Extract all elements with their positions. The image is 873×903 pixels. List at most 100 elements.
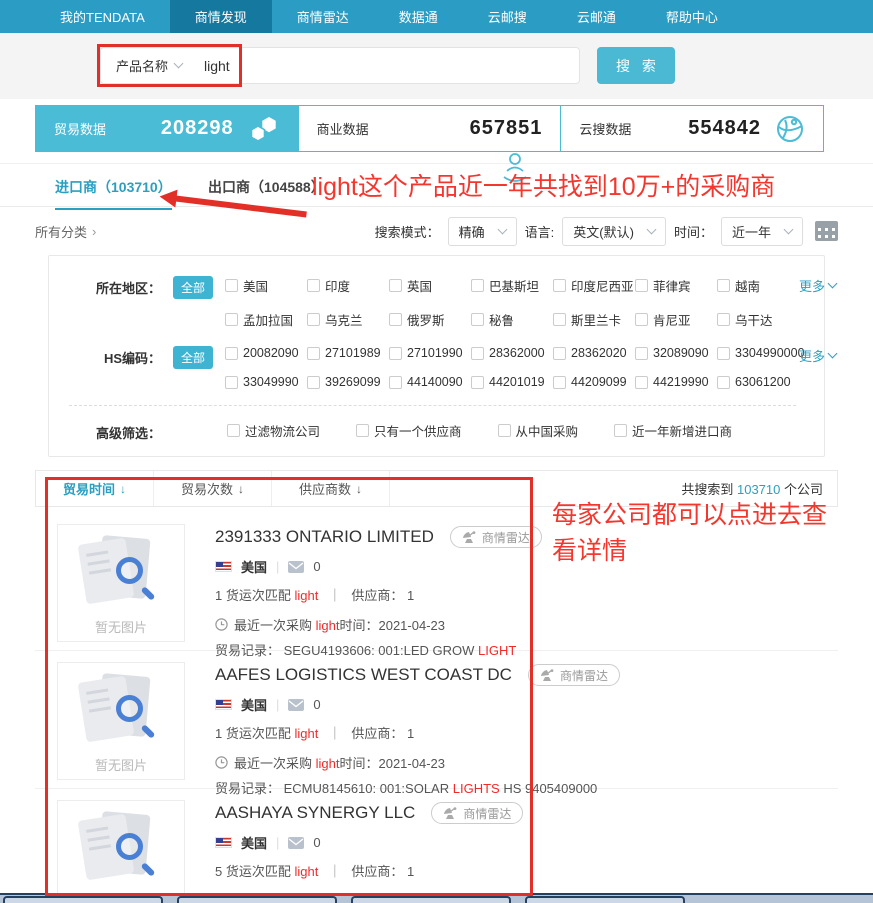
advanced-checkbox[interactable]: 近一年新增进口商: [614, 421, 732, 440]
region-more-link[interactable]: 更多: [799, 276, 836, 295]
checkbox-icon[interactable]: [389, 313, 402, 326]
checkbox-icon[interactable]: [635, 376, 648, 389]
region-checkbox[interactable]: 菲律宾: [635, 276, 717, 295]
time-select[interactable]: 近一年: [721, 217, 803, 246]
checkbox-icon[interactable]: [553, 376, 566, 389]
checkbox-icon[interactable]: [225, 279, 238, 292]
checkbox-icon[interactable]: [471, 279, 484, 292]
company-name[interactable]: 2391333 ONTARIO LIMITED: [215, 527, 434, 547]
sort-trade-time[interactable]: 贸易时间 ↓: [36, 471, 154, 506]
company-card[interactable]: 暂无图片 2391333 ONTARIO LIMITED 商情雷达 美国 | 0: [35, 513, 838, 651]
hs-checkbox[interactable]: 44140090: [389, 375, 471, 389]
checkbox-icon[interactable]: [307, 376, 320, 389]
region-checkbox[interactable]: 越南: [717, 276, 799, 295]
nav-item-help-center[interactable]: 帮助中心: [641, 0, 743, 33]
search-mode-select[interactable]: 精确: [448, 217, 517, 246]
hs-checkbox[interactable]: 44209099: [553, 375, 635, 389]
hs-checkbox[interactable]: 27101989: [307, 346, 389, 360]
checkbox-icon[interactable]: [717, 347, 730, 360]
checkbox-icon[interactable]: [471, 347, 484, 360]
stat-trade-data[interactable]: 贸易数据 208298: [36, 106, 298, 151]
checkbox-icon[interactable]: [356, 424, 369, 437]
hs-checkbox[interactable]: 3304990000: [717, 346, 799, 360]
sort-trade-count[interactable]: 贸易次数 ↓: [154, 471, 272, 506]
search-button[interactable]: 搜 索: [597, 47, 675, 84]
checkbox-icon[interactable]: [471, 313, 484, 326]
checkbox-icon[interactable]: [227, 424, 240, 437]
hs-checkbox[interactable]: 39269099: [307, 375, 389, 389]
checkbox-icon[interactable]: [614, 424, 627, 437]
region-checkbox[interactable]: 英国: [389, 276, 471, 295]
checkbox-icon[interactable]: [307, 279, 320, 292]
checkbox-icon[interactable]: [717, 376, 730, 389]
region-checkbox[interactable]: 印度: [307, 276, 389, 295]
nav-item-business-radar[interactable]: 商情雷达: [272, 0, 374, 33]
region-checkbox[interactable]: 乌干达: [717, 310, 799, 329]
company-name[interactable]: AASHAYA SYNERGY LLC: [215, 803, 415, 823]
hs-checkbox[interactable]: 33049990: [225, 375, 307, 389]
region-checkbox[interactable]: 乌克兰: [307, 310, 389, 329]
sheet-tab[interactable]: [3, 896, 163, 903]
checkbox-icon[interactable]: [307, 347, 320, 360]
region-checkbox[interactable]: 秘鲁: [471, 310, 553, 329]
hs-checkbox[interactable]: 63061200: [717, 375, 799, 389]
region-checkbox[interactable]: 美国: [225, 276, 307, 295]
advanced-checkbox[interactable]: 从中国采购: [498, 421, 579, 440]
hs-checkbox[interactable]: 28362020: [553, 346, 635, 360]
radar-badge-button[interactable]: 商情雷达: [431, 802, 523, 824]
hs-all-chip[interactable]: 全部: [173, 346, 213, 369]
nav-item-cloud-mail[interactable]: 云邮通: [552, 0, 641, 33]
region-checkbox[interactable]: 印度尼西亚: [553, 276, 635, 295]
checkbox-icon[interactable]: [307, 313, 320, 326]
checkbox-icon[interactable]: [225, 313, 238, 326]
hs-checkbox[interactable]: 44201019: [471, 375, 553, 389]
hs-checkbox[interactable]: 44219990: [635, 375, 717, 389]
region-checkbox[interactable]: 巴基斯坦: [471, 276, 553, 295]
region-checkbox[interactable]: 俄罗斯: [389, 310, 471, 329]
advanced-checkbox[interactable]: 只有一个供应商: [356, 421, 462, 440]
checkbox-icon[interactable]: [553, 313, 566, 326]
checkbox-icon[interactable]: [389, 279, 402, 292]
company-card[interactable]: 暂无图片 AASHAYA SYNERGY LLC 商情雷达 美国 | 0: [35, 789, 838, 903]
sheet-tab[interactable]: [177, 896, 337, 903]
tab-exporters[interactable]: 出口商（104588）: [208, 177, 325, 197]
advanced-checkbox[interactable]: 过滤物流公司: [227, 421, 320, 440]
checkbox-icon[interactable]: [635, 347, 648, 360]
nav-item-cloud-mail-search[interactable]: 云邮搜: [463, 0, 552, 33]
language-select[interactable]: 英文(默认): [562, 217, 666, 246]
region-all-chip[interactable]: 全部: [173, 276, 213, 299]
sheet-tab[interactable]: [351, 896, 511, 903]
checkbox-icon[interactable]: [389, 376, 402, 389]
company-card[interactable]: 暂无图片 AAFES LOGISTICS WEST COAST DC 商情雷达 …: [35, 651, 838, 789]
checkbox-icon[interactable]: [389, 347, 402, 360]
sheet-tab[interactable]: [525, 896, 685, 903]
stat-cloud-search-data[interactable]: 云搜数据 554842: [560, 106, 823, 151]
hs-checkbox[interactable]: 32089090: [635, 346, 717, 360]
checkbox-icon[interactable]: [471, 376, 484, 389]
company-name[interactable]: AAFES LOGISTICS WEST COAST DC: [215, 665, 512, 685]
nav-item-my-tendata[interactable]: 我的TENDATA: [35, 0, 170, 33]
checkbox-icon[interactable]: [225, 376, 238, 389]
checkbox-icon[interactable]: [635, 313, 648, 326]
checkbox-icon[interactable]: [717, 279, 730, 292]
hs-more-link[interactable]: 更多: [799, 346, 836, 365]
calendar-icon[interactable]: [815, 221, 838, 241]
hs-checkbox[interactable]: 28362000: [471, 346, 553, 360]
tab-importers[interactable]: 进口商（103710）: [55, 177, 172, 210]
radar-badge-button[interactable]: 商情雷达: [450, 526, 542, 548]
search-category-dropdown[interactable]: 产品名称: [101, 56, 192, 75]
search-input[interactable]: light: [204, 58, 579, 74]
checkbox-icon[interactable]: [635, 279, 648, 292]
sort-supplier-count[interactable]: 供应商数 ↓: [272, 471, 390, 506]
stat-business-data[interactable]: 商业数据 657851: [298, 106, 561, 151]
region-checkbox[interactable]: 孟加拉国: [225, 310, 307, 329]
checkbox-icon[interactable]: [553, 279, 566, 292]
nav-item-business-discovery[interactable]: 商情发现: [170, 0, 272, 33]
checkbox-icon[interactable]: [498, 424, 511, 437]
checkbox-icon[interactable]: [717, 313, 730, 326]
hs-checkbox[interactable]: 27101990: [389, 346, 471, 360]
all-categories-link[interactable]: 所有分类 ›: [35, 222, 96, 241]
region-checkbox[interactable]: 斯里兰卡: [553, 310, 635, 329]
checkbox-icon[interactable]: [553, 347, 566, 360]
region-checkbox[interactable]: 肯尼亚: [635, 310, 717, 329]
